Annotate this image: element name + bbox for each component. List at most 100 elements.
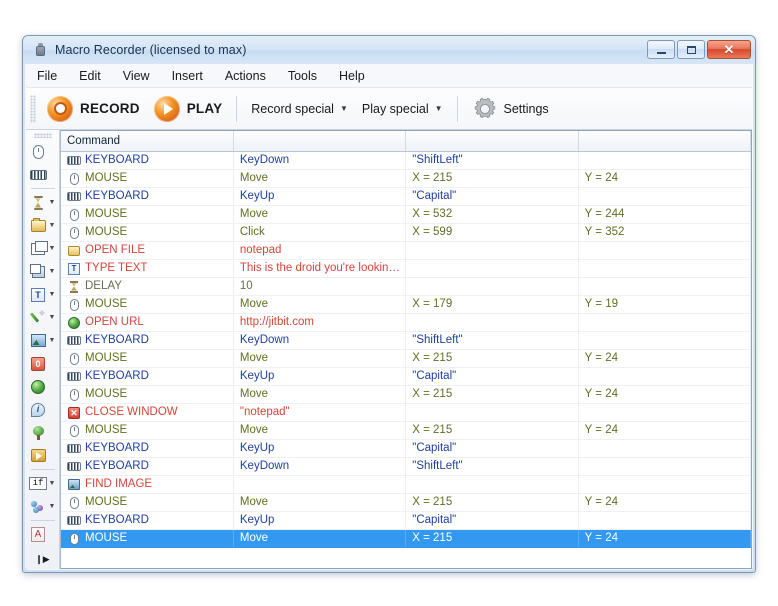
tree-action-button[interactable]: [27, 421, 59, 444]
chevron-down-icon[interactable]: ▼: [49, 480, 56, 487]
mouse-icon: [67, 352, 81, 366]
table-row[interactable]: DELAY10: [61, 278, 751, 296]
side-separator-3: [31, 520, 55, 521]
column-header-command[interactable]: Command: [61, 131, 233, 152]
table-row[interactable]: MOUSEMoveX = 215Y = 24: [61, 170, 751, 188]
table-row[interactable]: KEYBOARDKeyDown"ShiftLeft": [61, 332, 751, 350]
menu-item-file[interactable]: File: [26, 66, 68, 86]
text-tool-button[interactable]: A: [27, 523, 59, 546]
if-icon: if: [29, 474, 48, 493]
command-label: OPEN URL: [85, 314, 144, 331]
table-row[interactable]: MOUSEMoveX = 532Y = 244: [61, 206, 751, 224]
chevron-down-icon[interactable]: ▼: [49, 199, 56, 206]
maximize-button[interactable]: [677, 40, 705, 59]
text-T-icon: T: [67, 262, 81, 276]
chevron-down-icon[interactable]: ▼: [49, 503, 56, 510]
chevron-down-icon[interactable]: ▼: [49, 314, 56, 321]
menu-item-tools[interactable]: Tools: [277, 66, 328, 86]
expand-toolbar-button[interactable]: ❙▶: [36, 552, 50, 566]
cell-command: MOUSE: [61, 350, 233, 368]
type-text-action-button[interactable]: T ▼: [27, 283, 59, 306]
message-action-button[interactable]: i: [27, 398, 59, 421]
command-label: KEYBOARD: [85, 458, 149, 475]
play-special-button[interactable]: Play special ▼: [355, 98, 450, 120]
menu-item-view[interactable]: View: [112, 66, 161, 86]
table-row[interactable]: OPEN URLhttp://jitbit.com: [61, 314, 751, 332]
column-header-y[interactable]: [578, 131, 750, 152]
column-header-x[interactable]: [406, 131, 578, 152]
table-row[interactable]: MOUSEMoveX = 215Y = 24: [61, 530, 751, 548]
cell-x: "Capital": [406, 440, 578, 458]
keyboard-icon: [67, 154, 81, 168]
table-row[interactable]: KEYBOARDKeyDown"ShiftLeft": [61, 458, 751, 476]
menu-item-edit[interactable]: Edit: [68, 66, 112, 86]
settings-button[interactable]: Settings: [465, 92, 556, 126]
variables-icon: [29, 497, 48, 516]
chevron-down-icon[interactable]: ▼: [49, 245, 56, 252]
keyboard-action-button[interactable]: [27, 163, 59, 186]
menu-item-actions[interactable]: Actions: [214, 66, 277, 86]
toolbar-grip[interactable]: [30, 95, 36, 123]
cell-x: "ShiftLeft": [406, 152, 578, 170]
command-label: DELAY: [85, 278, 122, 295]
variables-button[interactable]: ▼: [27, 495, 59, 518]
if-condition-button[interactable]: if ▼: [27, 472, 59, 495]
cell-action: [233, 476, 405, 494]
table-row[interactable]: TTYPE TEXTThis is the droid you're looki…: [61, 260, 751, 278]
hourglass-icon: [67, 280, 81, 294]
table-row[interactable]: ✕CLOSE WINDOW"notepad": [61, 404, 751, 422]
table-row[interactable]: OPEN FILEnotepad: [61, 242, 751, 260]
record-special-button[interactable]: Record special ▼: [244, 98, 355, 120]
window-action-button[interactable]: ▼: [27, 237, 59, 260]
title-bar[interactable]: Macro Recorder (licensed to max) ✕: [23, 36, 755, 64]
chevron-down-icon[interactable]: ▼: [49, 268, 56, 275]
table-row[interactable]: KEYBOARDKeyUp"Capital": [61, 440, 751, 458]
table-row[interactable]: MOUSEMoveX = 215Y = 24: [61, 422, 751, 440]
open-file-action-button[interactable]: ▼: [27, 214, 59, 237]
close-button[interactable]: ✕: [707, 40, 751, 59]
command-label: TYPE TEXT: [85, 260, 147, 277]
command-label: MOUSE: [85, 386, 127, 403]
delay-action-button[interactable]: ▼: [27, 191, 59, 214]
keyboard-icon: [67, 334, 81, 348]
open-url-action-button[interactable]: [27, 375, 59, 398]
cell-command: ✕CLOSE WINDOW: [61, 404, 233, 422]
run-program-action-button[interactable]: [27, 444, 59, 467]
application-window: Macro Recorder (licensed to max) ✕ File …: [22, 35, 756, 573]
mouse-icon: [67, 226, 81, 240]
menu-item-help[interactable]: Help: [328, 66, 376, 86]
table-row[interactable]: MOUSEClickX = 599Y = 352: [61, 224, 751, 242]
table-row[interactable]: FIND IMAGE: [61, 476, 751, 494]
record-button[interactable]: RECORD: [40, 92, 147, 126]
table-row[interactable]: MOUSEMoveX = 179Y = 19: [61, 296, 751, 314]
color-pick-action-button[interactable]: ▼: [27, 306, 59, 329]
table-row[interactable]: KEYBOARDKeyDown"ShiftLeft": [61, 152, 751, 170]
table-row[interactable]: MOUSEMoveX = 215Y = 24: [61, 350, 751, 368]
column-header-action[interactable]: [233, 131, 405, 152]
minimize-button[interactable]: [647, 40, 675, 59]
command-label: KEYBOARD: [85, 332, 149, 349]
play-button[interactable]: PLAY: [147, 92, 230, 126]
commands-table: Command KEYBOARDKeyDown"ShiftLeft"MOUSEM…: [61, 131, 751, 548]
command-label: KEYBOARD: [85, 368, 149, 385]
table-row[interactable]: MOUSEMoveX = 215Y = 24: [61, 494, 751, 512]
stop-action-button[interactable]: 0: [27, 352, 59, 375]
table-row[interactable]: MOUSEMoveX = 215Y = 24: [61, 386, 751, 404]
chevron-down-icon[interactable]: ▼: [49, 337, 56, 344]
mouse-action-button[interactable]: [27, 140, 59, 163]
cell-action: Click: [233, 224, 405, 242]
chevron-down-icon[interactable]: ▼: [49, 291, 56, 298]
table-row[interactable]: KEYBOARDKeyUp"Capital": [61, 188, 751, 206]
chevron-down-icon[interactable]: ▼: [49, 222, 56, 229]
cell-y: [578, 152, 750, 170]
side-toolbar-grip[interactable]: [34, 133, 52, 138]
table-row[interactable]: KEYBOARDKeyUp"Capital": [61, 368, 751, 386]
copy-action-button[interactable]: ▼: [27, 260, 59, 283]
mouse-icon: [67, 388, 81, 402]
table-row[interactable]: KEYBOARDKeyUp"Capital": [61, 512, 751, 530]
cell-y: Y = 24: [578, 494, 750, 512]
cell-y: [578, 368, 750, 386]
find-image-action-button[interactable]: ▼: [27, 329, 59, 352]
menu-item-insert[interactable]: Insert: [161, 66, 214, 86]
cell-command: KEYBOARD: [61, 152, 233, 170]
